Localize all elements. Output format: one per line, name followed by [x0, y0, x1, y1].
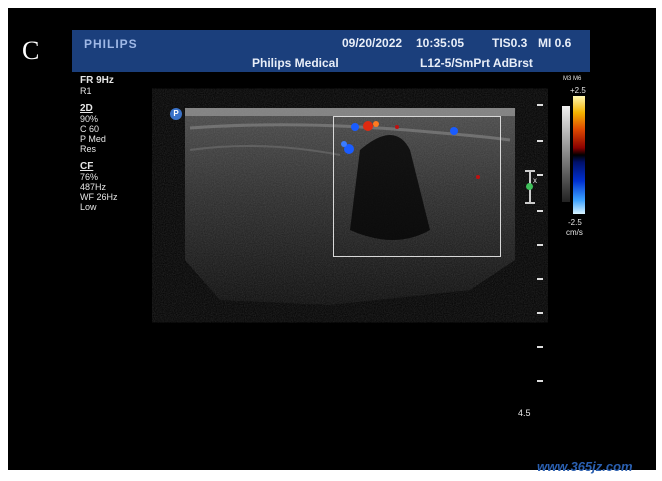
color-box-roi[interactable]	[333, 116, 501, 257]
velocity-unit: cm/s	[566, 228, 583, 237]
grayscale-bar	[562, 106, 570, 202]
velocity-scale-top: +2.5	[570, 86, 586, 95]
probe-orientation-marker: P	[170, 108, 182, 120]
color-map-label: M3 M6	[563, 76, 582, 82]
caliper-x-label: x	[533, 176, 537, 185]
ultrasound-image	[185, 108, 515, 305]
depth-label: 4.5	[518, 408, 531, 418]
watermark: www.365jz.com	[537, 459, 633, 474]
velocity-scale-bottom: -2.5	[568, 218, 582, 227]
focus-marker-icon	[526, 183, 533, 190]
color-velocity-bar	[573, 96, 585, 214]
